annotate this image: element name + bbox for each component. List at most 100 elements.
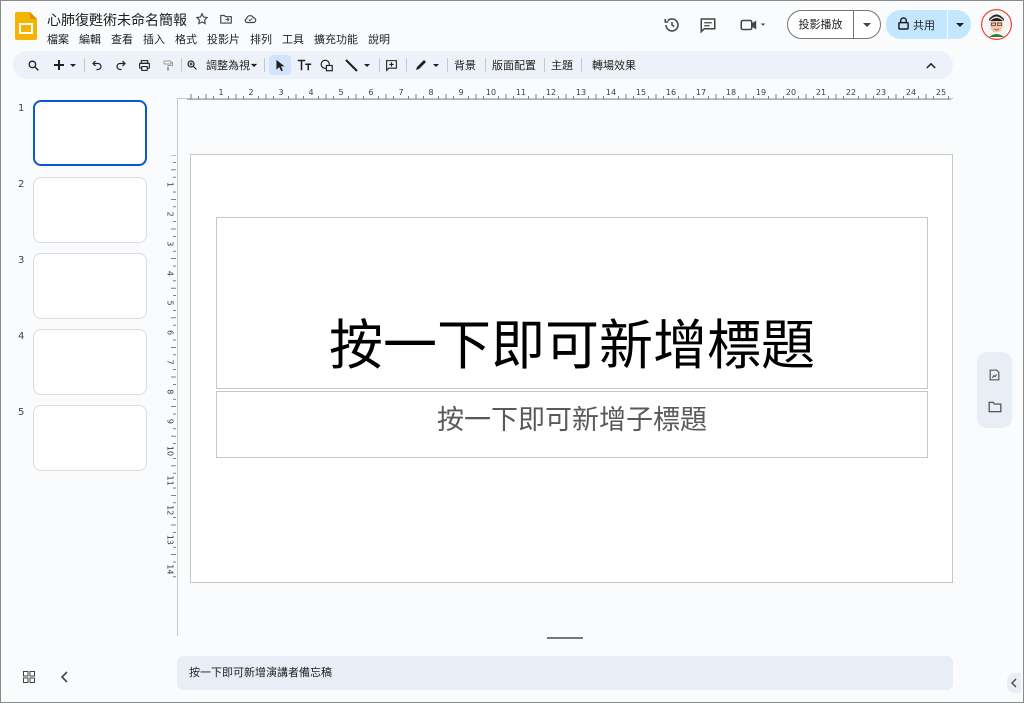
menu-file[interactable]: 檔案 — [47, 31, 75, 47]
notes-resize-handle[interactable] — [547, 637, 583, 639]
speaker-notes[interactable]: 按一下即可新增演講者備忘稿 — [177, 656, 953, 690]
share-button[interactable]: 共用 — [886, 10, 971, 39]
present-button[interactable]: 投影播放 — [787, 10, 881, 39]
text-box-icon[interactable] — [295, 55, 313, 75]
grid-view-icon[interactable] — [21, 669, 37, 685]
layout-button[interactable]: 版面配置 — [491, 55, 537, 75]
collapse-toolbar-icon[interactable] — [923, 55, 939, 75]
ruler-label: 11 — [516, 88, 526, 97]
subtitle-placeholder[interactable]: 按一下即可新增子標題 — [216, 391, 928, 458]
slide-number: 4 — [18, 331, 25, 342]
slide-number: 1 — [18, 103, 25, 114]
ruler-label: 21 — [816, 88, 826, 97]
ruler-label: 2 — [166, 212, 175, 217]
theme-button[interactable]: 主題 — [550, 55, 574, 75]
add-comment-icon[interactable] — [383, 55, 399, 75]
ruler-label: 7 — [166, 360, 175, 365]
ruler-label: 11 — [166, 476, 175, 486]
slide-canvas[interactable]: 按一下即可新增標題 按一下即可新增子標題 — [190, 154, 953, 583]
star-icon[interactable] — [193, 10, 211, 28]
redo-icon[interactable] — [113, 55, 129, 75]
slide-thumbnail-4[interactable] — [33, 329, 147, 395]
ruler-label: 15 — [636, 88, 646, 97]
ruler-label: 9 — [458, 88, 463, 97]
image-shape-icon[interactable] — [319, 55, 335, 75]
menu-arrange[interactable]: 排列 — [250, 31, 278, 47]
ruler-label: 6 — [166, 330, 175, 335]
ruler-label: 1 — [218, 88, 223, 97]
ruler-label: 4 — [308, 88, 313, 97]
present-label[interactable]: 投影播放 — [788, 11, 854, 38]
ruler-label: 4 — [166, 271, 175, 276]
folder-icon[interactable] — [986, 398, 1003, 415]
cloud-status-icon[interactable] — [241, 10, 259, 28]
menu-format[interactable]: 格式 — [175, 31, 203, 47]
title-placeholder[interactable]: 按一下即可新增標題 — [216, 217, 928, 389]
ruler-label: 1 — [166, 182, 175, 187]
print-icon[interactable] — [136, 55, 152, 75]
version-history-icon[interactable] — [661, 14, 683, 36]
menu-tools[interactable]: 工具 — [282, 31, 310, 47]
account-avatar[interactable] — [981, 9, 1012, 40]
comments-icon[interactable] — [697, 14, 719, 36]
menu-extensions[interactable]: 擴充功能 — [314, 31, 364, 47]
ruler-label: 3 — [166, 241, 175, 246]
menu-help[interactable]: 說明 — [368, 31, 396, 47]
slide-thumbnail-1[interactable] — [33, 100, 147, 166]
menu-edit[interactable]: 編輯 — [79, 31, 107, 47]
slide-thumbnail-3[interactable] — [33, 253, 147, 319]
speaker-notes-placeholder[interactable]: 按一下即可新增演講者備忘稿 — [189, 666, 332, 679]
share-dropdown-icon[interactable] — [948, 22, 971, 28]
ruler-label: 13 — [166, 535, 175, 545]
keep-image-icon[interactable] — [986, 366, 1003, 383]
ruler-label: 14 — [166, 564, 175, 574]
ruler-label: 23 — [876, 88, 886, 97]
select-cursor-icon[interactable] — [269, 55, 291, 75]
horizontal-ruler[interactable]: 1 2 3 4 5 6 7 8 9 10 11 12 13 14 15 16 17 18 19 20 21 22 23 24 2… — [187, 85, 951, 101]
line-icon[interactable] — [343, 55, 373, 75]
present-dropdown-icon[interactable] — [854, 22, 880, 28]
share-label: 共用 — [913, 18, 935, 32]
undo-icon[interactable] — [89, 55, 105, 75]
menu-view[interactable]: 查看 — [111, 31, 139, 47]
paint-format-icon[interactable] — [160, 55, 176, 75]
slide-number: 5 — [18, 407, 25, 418]
ruler-label: 12 — [166, 505, 175, 515]
zoom-icon[interactable] — [185, 55, 199, 75]
ruler-label: 6 — [368, 88, 373, 97]
slide-thumbnail-2[interactable] — [33, 177, 147, 243]
ruler-label: 24 — [906, 88, 916, 97]
expand-side-panel-icon[interactable] — [1007, 673, 1021, 693]
ruler-label: 12 — [546, 88, 556, 97]
new-slide-icon[interactable] — [51, 55, 79, 75]
subtitle-placeholder-text[interactable]: 按一下即可新增子標題 — [437, 398, 707, 437]
slide-number: 2 — [18, 179, 25, 190]
menu-slide[interactable]: 投影片 — [207, 31, 246, 47]
ruler-label: 5 — [166, 300, 175, 305]
ruler-label: 7 — [398, 88, 403, 97]
ruler-label: 14 — [606, 88, 616, 97]
ruler-label: 2 — [248, 88, 253, 97]
ruler-label: 22 — [846, 88, 856, 97]
pen-icon[interactable] — [412, 55, 442, 75]
ruler-label: 5 — [338, 88, 343, 97]
toolbar: 調整為視 背景 版面配置 主題 轉場效果 — [13, 51, 953, 79]
background-button[interactable]: 背景 — [453, 55, 477, 75]
menu-bar: 檔案 編輯 查看 插入 格式 投影片 排列 工具 擴充功能 說明 — [47, 31, 400, 47]
transition-button[interactable]: 轉場效果 — [591, 55, 637, 75]
slides-logo-icon[interactable] — [15, 12, 37, 40]
title-placeholder-text[interactable]: 按一下即可新增標題 — [329, 301, 815, 380]
document-title[interactable]: 心肺復甦術未命名簡報 — [47, 10, 187, 30]
ruler-label: 8 — [166, 389, 175, 394]
vertical-ruler[interactable]: 1234567891011121314 — [162, 155, 178, 585]
move-to-folder-icon[interactable] — [217, 10, 235, 28]
ruler-label: 20 — [786, 88, 796, 97]
search-menus-icon[interactable] — [23, 55, 43, 75]
zoom-dropdown-icon[interactable] — [249, 55, 259, 75]
ruler-label: 25 — [936, 88, 946, 97]
collapse-filmstrip-icon[interactable] — [57, 669, 73, 685]
ruler-label: 8 — [428, 88, 433, 97]
slide-thumbnail-5[interactable] — [33, 405, 147, 471]
meet-video-icon[interactable] — [737, 14, 771, 36]
menu-insert[interactable]: 插入 — [143, 31, 171, 47]
